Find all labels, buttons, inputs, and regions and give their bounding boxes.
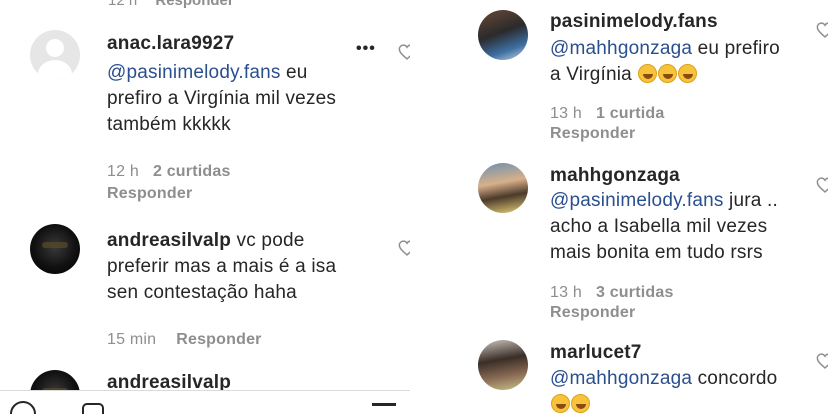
reply-link[interactable]: Responder bbox=[176, 331, 261, 348]
comments-panel-left: 12 h Responder anac.lara9927 ••• @pasini… bbox=[0, 0, 410, 414]
crying-laughing-emoji bbox=[551, 394, 570, 413]
comment-time: 15 min bbox=[107, 331, 157, 348]
heart-icon[interactable] bbox=[816, 177, 828, 193]
laughing-emoji bbox=[678, 64, 698, 83]
mention-link[interactable]: @mahhgonzaga bbox=[550, 38, 692, 59]
comment-item: anac.lara9927 ••• @pasinimelody.fans eu … bbox=[0, 0, 410, 210]
mention-link[interactable]: @pasinimelody.fans bbox=[550, 190, 724, 211]
avatar[interactable] bbox=[478, 10, 528, 60]
profile-icon[interactable] bbox=[10, 401, 36, 414]
comment-item: pasinimelody.fans @mahhgonzaga eu prefir… bbox=[418, 0, 828, 155]
heart-icon[interactable] bbox=[816, 22, 828, 38]
likes-count[interactable]: 3 curtidas bbox=[596, 284, 674, 301]
comment-meta: 15 min Responder bbox=[107, 331, 262, 349]
avatar[interactable] bbox=[30, 224, 80, 274]
comment-text-line: eu prefiro bbox=[692, 38, 780, 59]
avatar[interactable] bbox=[30, 30, 80, 80]
comment-text-line: eu bbox=[280, 62, 308, 83]
laughing-emoji bbox=[658, 64, 678, 83]
comment-text-line: sen contestação haha bbox=[107, 282, 297, 303]
comment-item: mahhgonzaga @pasinimelody.fans jura .. a… bbox=[418, 155, 828, 335]
avatar[interactable] bbox=[478, 163, 528, 213]
comment-meta: 12 h 2 curtidas bbox=[107, 163, 231, 181]
comment-username[interactable]: andreasilvalp bbox=[107, 230, 231, 251]
comment-text-line: concordo bbox=[692, 368, 778, 389]
bottom-action-bar bbox=[0, 390, 410, 414]
comment-text-line: acho a Isabella mil vezes bbox=[550, 216, 768, 237]
comment-text: @pasinimelody.fans eu prefiro a Virgínia… bbox=[107, 60, 336, 138]
likes-count[interactable]: 2 curtidas bbox=[153, 163, 231, 180]
comment-time: 12 h bbox=[107, 163, 139, 180]
comment-meta: 13 h 1 curtida bbox=[550, 105, 664, 123]
comment-text: @pasinimelody.fans jura .. acho a Isabel… bbox=[550, 188, 778, 266]
comment-text: @mahhgonzaga concordo bbox=[550, 366, 777, 414]
comment-time: 13 h bbox=[550, 284, 582, 301]
mention-link[interactable]: @mahhgonzaga bbox=[550, 368, 692, 389]
reply-link[interactable]: Responder bbox=[550, 125, 635, 143]
comment-text-line: vc pode bbox=[236, 230, 305, 251]
heart-icon[interactable] bbox=[398, 240, 410, 256]
heart-icon[interactable] bbox=[816, 353, 828, 369]
comments-panel-right: pasinimelody.fans @mahhgonzaga eu prefir… bbox=[418, 0, 828, 414]
menu-icon[interactable] bbox=[372, 403, 396, 406]
comment-text-line: prefiro a Virgínia mil vezes bbox=[107, 88, 337, 109]
comment-username[interactable]: pasinimelody.fans bbox=[550, 11, 718, 33]
comment-text: andreasilvalp vc pode preferir mas a mai… bbox=[107, 228, 336, 306]
heart-icon[interactable] bbox=[398, 44, 410, 60]
comment-text-line: também kkkkk bbox=[107, 114, 231, 135]
comment-text-line: mais bonita em tudo rsrs bbox=[550, 242, 763, 263]
comment-item: andreasilvalp vc pode preferir mas a mai… bbox=[0, 210, 410, 360]
panel-divider bbox=[410, 0, 418, 414]
comment-text-line: jura .. bbox=[723, 190, 778, 211]
comment-username[interactable]: anac.lara9927 bbox=[107, 33, 234, 55]
comment-username[interactable]: mahhgonzaga bbox=[550, 165, 680, 187]
more-options-icon[interactable]: ••• bbox=[356, 40, 376, 58]
avatar[interactable] bbox=[478, 340, 528, 390]
reply-link[interactable]: Responder bbox=[550, 304, 635, 322]
comment-text-line: a Virgínia bbox=[550, 64, 632, 85]
comment-text: @mahhgonzaga eu prefiro a Virgínia bbox=[550, 36, 780, 88]
laughing-emoji bbox=[638, 64, 658, 83]
likes-count[interactable]: 1 curtida bbox=[596, 105, 665, 122]
mention-link[interactable]: @pasinimelody.fans bbox=[107, 62, 281, 83]
comment-time: 13 h bbox=[550, 105, 582, 122]
comment-item: marlucet7 @mahhgonzaga concordo bbox=[418, 335, 828, 414]
comment-text-line: preferir mas a mais é a isa bbox=[107, 256, 337, 277]
comment-meta: 13 h 3 curtidas bbox=[550, 284, 674, 302]
comment-username[interactable]: marlucet7 bbox=[550, 342, 642, 364]
camera-icon[interactable] bbox=[82, 403, 104, 414]
crying-laughing-emoji bbox=[571, 394, 590, 413]
reply-link[interactable]: Responder bbox=[107, 185, 192, 203]
